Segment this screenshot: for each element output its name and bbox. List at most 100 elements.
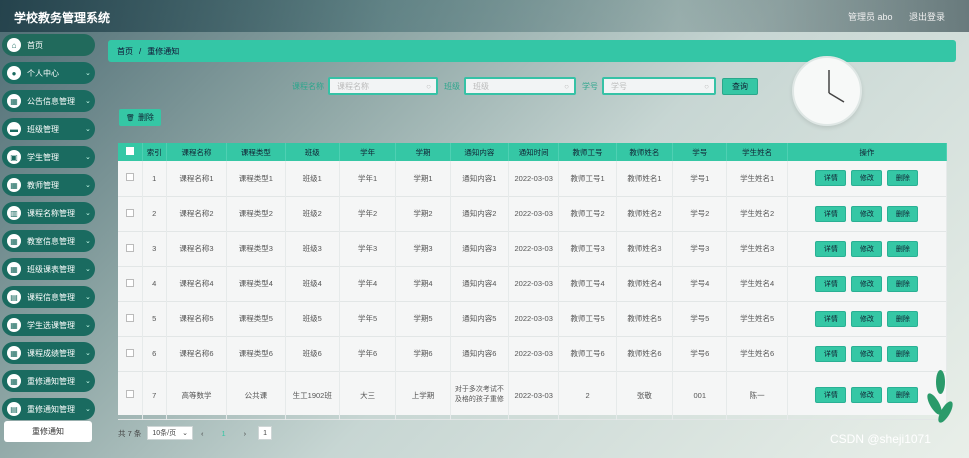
chevron-down-icon: ⌄ <box>85 154 91 161</box>
search-button[interactable]: 查询 <box>722 77 758 95</box>
sidebar-subitem-retake-notice[interactable]: 重修通知 <box>4 421 92 442</box>
calendar-icon: ▣ <box>7 150 21 164</box>
watermark: CSDN @sheji1071 <box>830 432 931 446</box>
delete-row-button[interactable]: 删除 <box>887 205 919 222</box>
sidebar-item-label: 班级课表管理 <box>27 264 75 274</box>
edit-button[interactable]: 修改 <box>851 205 883 222</box>
course-name-input[interactable]: 课程名称 ○ <box>328 77 438 95</box>
detail-button[interactable]: 详情 <box>815 387 847 403</box>
sidebar-item[interactable]: ▦ 教室信息管理 ⌄ <box>2 230 95 252</box>
next-page-button[interactable]: › <box>244 429 247 438</box>
table-cell: 教师工号6 <box>558 336 617 371</box>
current-page[interactable]: 1 <box>221 429 225 438</box>
row-checkbox[interactable] <box>118 161 143 196</box>
delete-row-button[interactable]: 删除 <box>887 310 919 327</box>
sidebar-item[interactable]: ▦ 课程成绩管理 ⌄ <box>2 342 95 364</box>
table-cell: 学年5 <box>339 301 397 336</box>
row-checkbox[interactable] <box>118 231 143 266</box>
delete-row-button[interactable]: 删除 <box>887 240 919 257</box>
table-cell: 2022-03-03 <box>508 196 560 231</box>
row-checkbox[interactable] <box>118 371 143 419</box>
table-cell: 2022-03-03 <box>508 301 560 336</box>
table-cell: 高等数学 <box>166 371 228 419</box>
student-id-label: 学号 <box>582 81 598 91</box>
folder-icon: ▤ <box>7 402 21 416</box>
row-checkbox[interactable] <box>118 336 143 371</box>
sidebar-item-label: 学生选课管理 <box>27 320 75 330</box>
clear-icon: ○ <box>426 82 431 91</box>
prev-page-button[interactable]: ‹ <box>201 429 204 438</box>
detail-button[interactable]: 详情 <box>815 345 847 362</box>
edit-button[interactable]: 修改 <box>851 275 883 292</box>
table-cell: 2 <box>142 196 167 231</box>
edit-button[interactable]: 修改 <box>851 240 883 257</box>
sidebar-item[interactable]: ▦ 教师管理 ⌄ <box>2 174 95 196</box>
sidebar-item[interactable]: ● 个人中心 ⌄ <box>2 62 95 84</box>
row-actions: 详情 修改 删除 <box>787 336 948 371</box>
chevron-down-icon: ⌄ <box>85 266 91 273</box>
delete-row-button[interactable]: 删除 <box>887 387 919 403</box>
table-cell: 2022-03-03 <box>508 336 560 371</box>
column-header: 学期 <box>395 143 451 161</box>
delete-row-button[interactable]: 删除 <box>887 170 919 187</box>
table-row: 2 课程名称2 课程类型2 班级2 学年2 学期2 通知内容2 2022-03-03 教师工号2… <box>118 196 948 231</box>
sidebar-item[interactable]: ▤ 重修通知管理 ⌄ <box>2 398 95 420</box>
sidebar-item[interactable]: ▦ 重修通知管理 ⌄ <box>2 370 95 392</box>
class-input[interactable]: 班级 ○ <box>464 77 576 95</box>
edit-button[interactable]: 修改 <box>851 387 883 403</box>
table-cell: 课程类型6 <box>226 336 286 371</box>
grid-icon: ▦ <box>7 234 21 248</box>
column-header: 教师姓名 <box>616 143 674 161</box>
sidebar-item[interactable]: ▦ 学生选课管理 ⌄ <box>2 314 95 336</box>
table-cell: 学期2 <box>395 196 451 231</box>
row-checkbox[interactable] <box>118 266 143 301</box>
table-cell: 学生姓名6 <box>726 336 788 371</box>
sidebar-item[interactable]: ▦ 公告信息管理 ⌄ <box>2 90 95 112</box>
sidebar-item[interactable]: ▣ 学生管理 ⌄ <box>2 146 95 168</box>
card-icon: ▬ <box>7 122 21 136</box>
table-cell: 教师姓名2 <box>616 196 674 231</box>
app-title: 学校教务管理系统 <box>14 11 111 25</box>
row-checkbox[interactable] <box>118 196 143 231</box>
select-all-checkbox[interactable] <box>118 143 143 161</box>
chevron-down-icon: ⌄ <box>85 126 91 133</box>
chevron-down-icon: ⌄ <box>85 98 91 105</box>
table-cell: 课程类型2 <box>226 196 286 231</box>
table-cell: 通知内容4 <box>450 266 510 301</box>
detail-button[interactable]: 详情 <box>815 170 847 187</box>
column-header: 索引 <box>142 143 167 161</box>
row-actions: 详情 修改 删除 <box>787 266 948 301</box>
row-checkbox[interactable] <box>118 301 143 336</box>
delete-row-button[interactable]: 删除 <box>887 345 919 362</box>
chevron-down-icon: ⌄ <box>85 378 91 385</box>
sidebar: ⌂ 首页 ● 个人中心 ⌄ ▦ 公告信息管理 ⌄ ▬ 班级管理 ⌄ ▣ 学生管理 ⌄ ▦ 教师管理 ⌄ ▥ 课程名称… <box>0 32 97 458</box>
delete-button[interactable]: 🗑 删除 <box>119 109 161 126</box>
table-cell: 班级5 <box>285 301 340 336</box>
chevron-down-icon: ⌄ <box>85 182 91 189</box>
sidebar-item[interactable]: ▬ 班级管理 ⌄ <box>2 118 95 140</box>
table-cell: 课程名称1 <box>166 161 228 196</box>
goto-page-input[interactable]: 1 <box>258 426 273 440</box>
sidebar-item[interactable]: ⌂ 首页 <box>2 34 95 56</box>
breadcrumb-home[interactable]: 首页 <box>117 46 133 57</box>
trash-icon: 🗑 <box>126 114 135 122</box>
column-header: 通知时间 <box>508 143 560 161</box>
grid-icon: ▦ <box>7 94 21 108</box>
delete-row-button[interactable]: 删除 <box>887 275 919 292</box>
sidebar-item[interactable]: ▥ 课程名称管理 ⌄ <box>2 202 95 224</box>
detail-button[interactable]: 详情 <box>815 275 847 292</box>
edit-button[interactable]: 修改 <box>851 170 883 187</box>
sidebar-item[interactable]: ▤ 课程信息管理 ⌄ <box>2 286 95 308</box>
edit-button[interactable]: 修改 <box>851 310 883 327</box>
detail-button[interactable]: 详情 <box>815 205 847 222</box>
detail-button[interactable]: 详情 <box>815 310 847 327</box>
edit-button[interactable]: 修改 <box>851 345 883 362</box>
table-cell: 学生姓名3 <box>726 231 788 266</box>
detail-button[interactable]: 详情 <box>815 240 847 257</box>
sidebar-item[interactable]: ▦ 班级课表管理 ⌄ <box>2 258 95 280</box>
table-cell: 学年6 <box>339 336 397 371</box>
student-id-input[interactable]: 学号 ○ <box>602 77 716 95</box>
table-cell: 通知内容1 <box>450 161 510 196</box>
page-size-select[interactable]: 10条/页 ⌄ <box>147 426 193 440</box>
logout-link[interactable]: 退出登录 <box>909 12 945 22</box>
